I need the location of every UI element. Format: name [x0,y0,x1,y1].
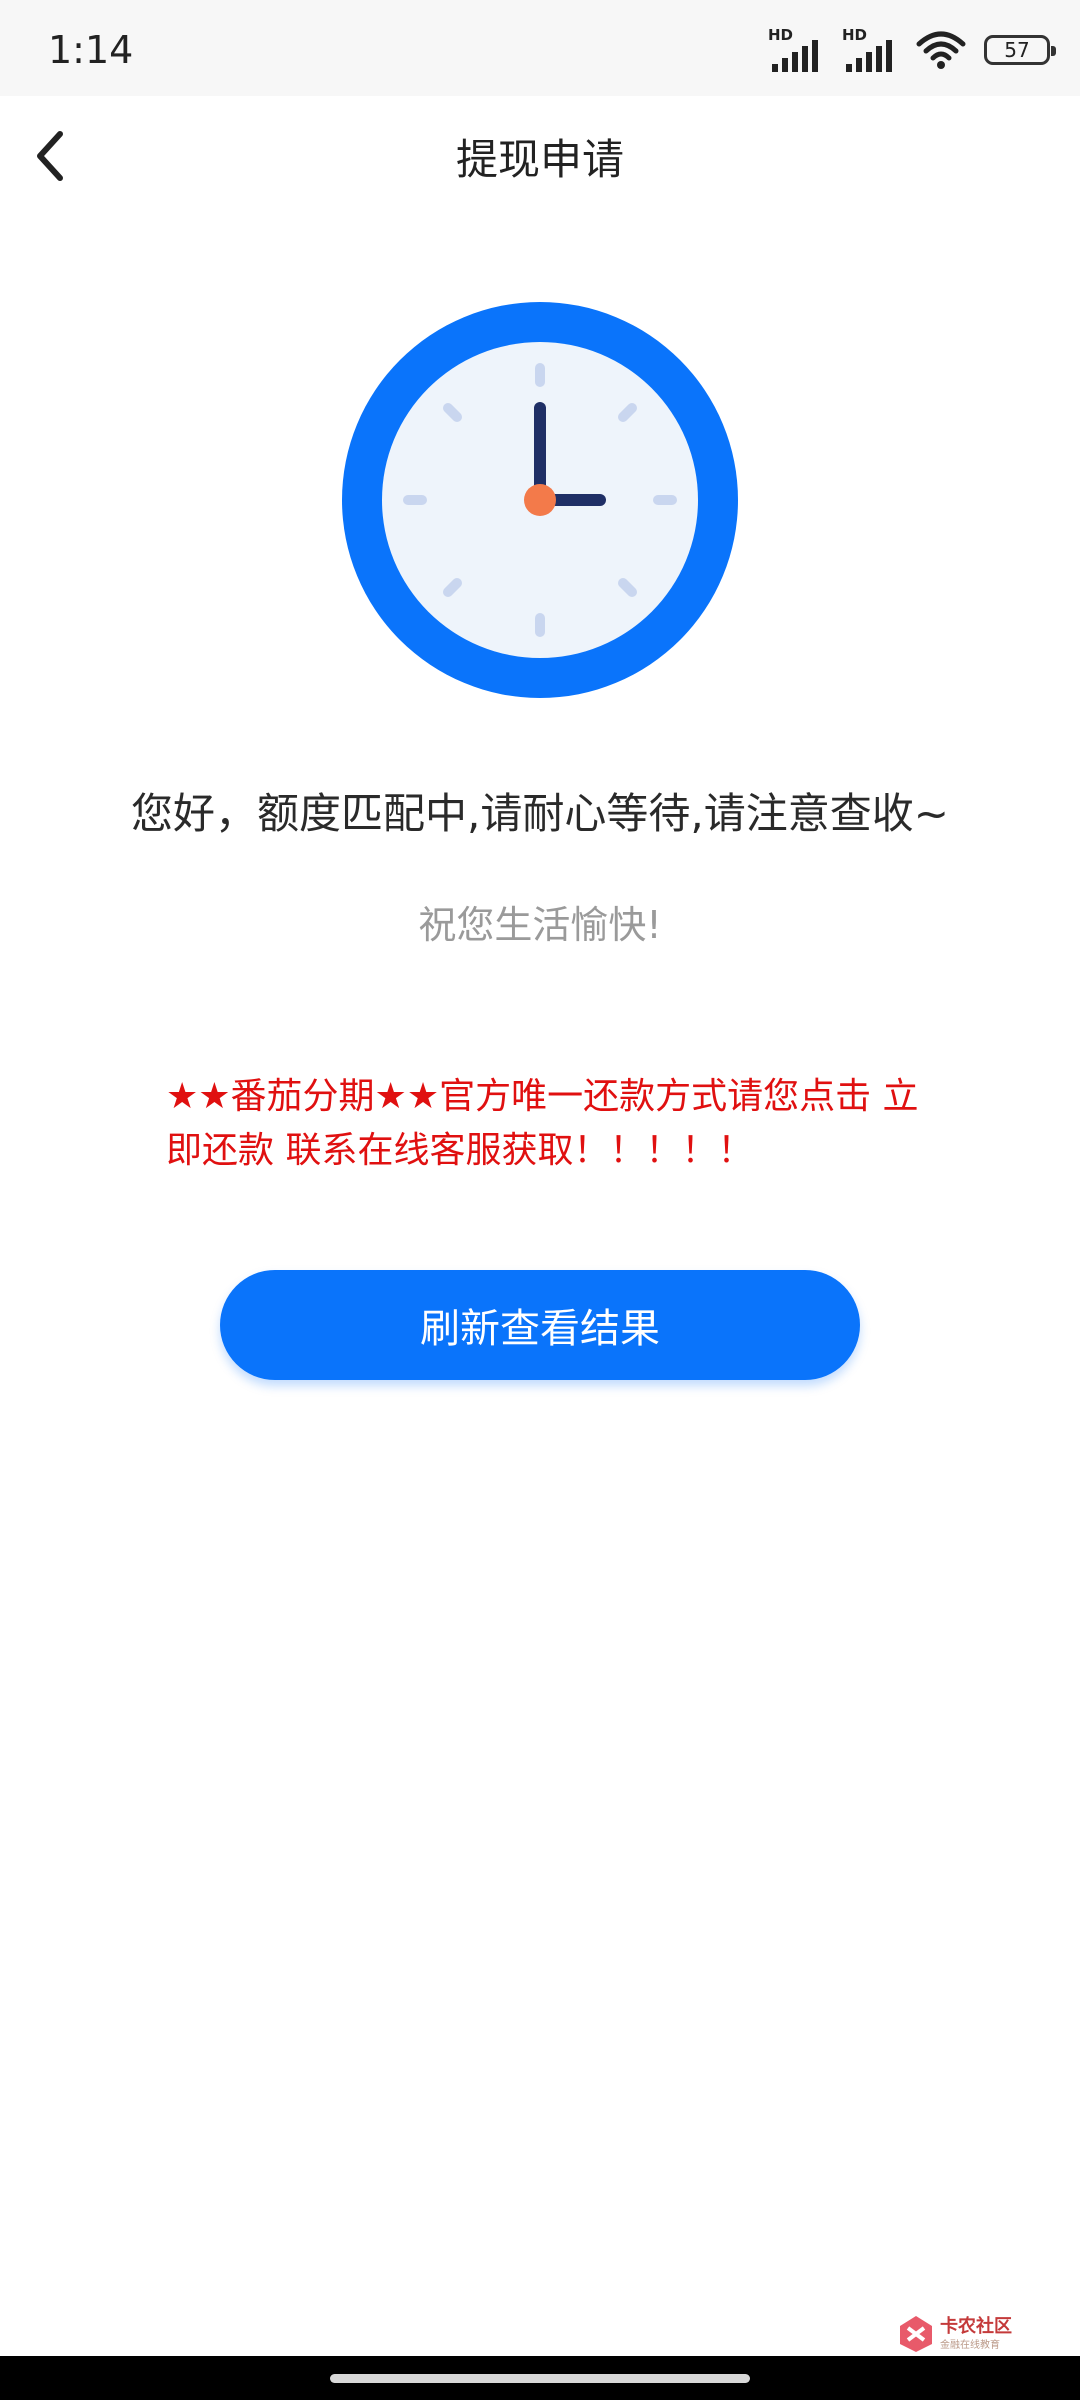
repayment-notice: ★★番茄分期★★官方唯一还款方式请您点击 立即还款 联系在线客服获取！！！！！ [166,1076,919,1171]
screen: 1:14 HD HD 57 提现申请 您好，额度匹配中,请耐心等待,请注意查收~… [0,0,1080,2400]
status-icons: HD HD 57 [768,26,1056,74]
watermark-logo: 卡农社区 金融在线教育 [898,2310,1028,2360]
greeting-message: 祝您生活愉快! [418,903,662,947]
status-message: 您好，额度匹配中,请耐心等待,请注意查收~ [131,789,949,838]
watermark-icon [900,2316,932,2352]
battery-icon: 57 [984,35,1056,65]
refresh-result-button[interactable]: 刷新查看结果 [220,1270,860,1380]
signal-icon: HD [768,26,824,74]
signal-icon-2: HD [842,26,898,74]
clock-icon [342,302,738,698]
watermark-subtitle: 金融在线教育 [940,2340,1000,2351]
battery-level: 57 [1004,38,1030,62]
watermark-title: 卡农社区 [940,2316,1012,2337]
wifi-icon [916,31,966,69]
home-indicator[interactable] [330,2374,750,2383]
status-time: 1:14 [48,28,134,72]
status-bar: 1:14 HD HD 57 [0,0,1080,96]
page-title: 提现申请 [455,135,624,184]
header: 提现申请 [0,96,1080,214]
navigation-bar [0,2356,1080,2400]
